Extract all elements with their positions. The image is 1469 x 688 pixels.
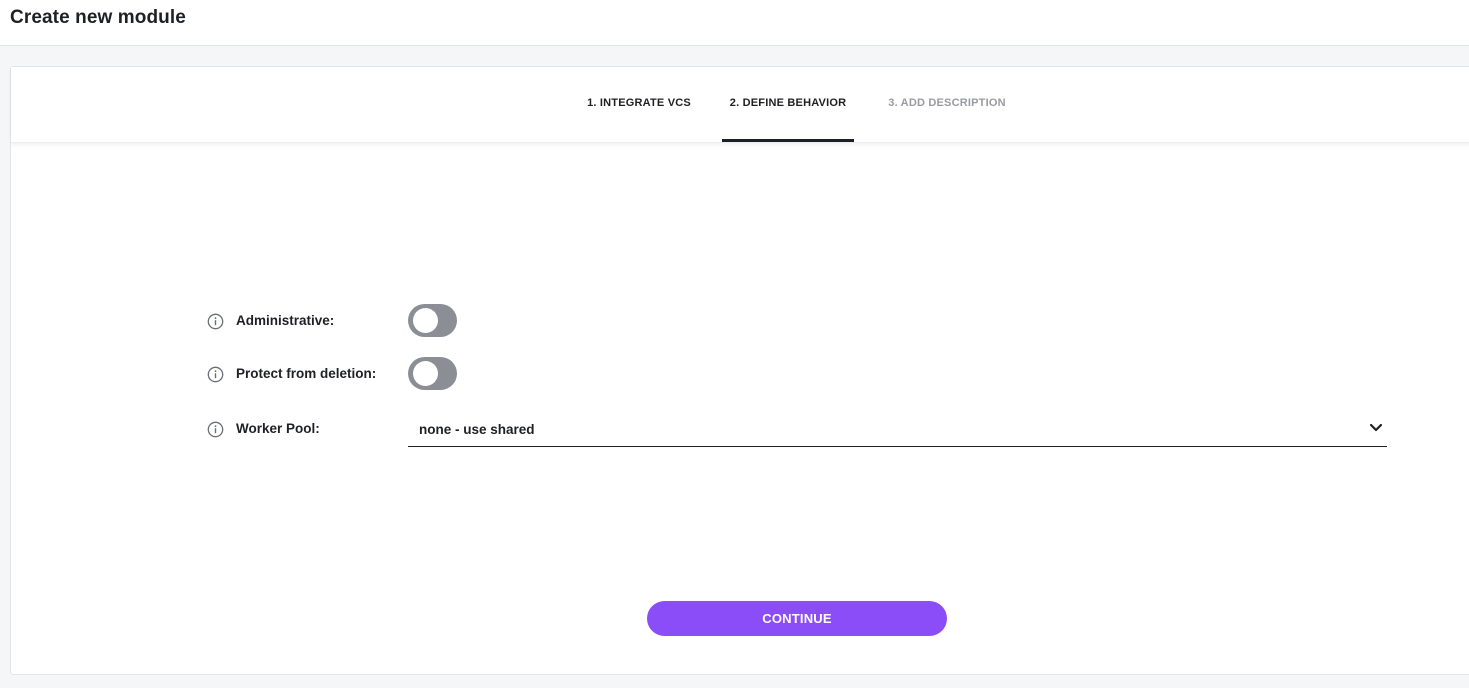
create-module-card: 1. INTEGRATE VCS 2. DEFINE BEHAVIOR 3. A… xyxy=(10,66,1469,675)
info-icon[interactable] xyxy=(207,421,224,438)
worker-pool-label: Worker Pool: xyxy=(236,421,320,436)
chevron-down-icon[interactable] xyxy=(1369,423,1383,433)
page-title: Create new module xyxy=(10,7,186,28)
info-icon[interactable] xyxy=(207,313,224,330)
administrative-toggle[interactable] xyxy=(408,304,457,337)
protect-toggle[interactable] xyxy=(408,357,457,390)
toggle-knob xyxy=(413,308,438,333)
protect-label: Protect from deletion: xyxy=(236,366,377,381)
page-header: Create new module xyxy=(0,0,1469,46)
worker-pool-select[interactable]: none - use shared xyxy=(408,412,1387,447)
info-icon[interactable] xyxy=(207,366,224,383)
step-add-description: 3. ADD DESCRIPTION xyxy=(888,97,1006,109)
worker-pool-value: none - use shared xyxy=(419,422,535,437)
administrative-row: Administrative: xyxy=(207,304,1387,338)
continue-button[interactable]: CONTINUE xyxy=(647,601,947,636)
step-integrate-vcs[interactable]: 1. INTEGRATE VCS xyxy=(571,67,707,142)
stepper: 1. INTEGRATE VCS 2. DEFINE BEHAVIOR 3. A… xyxy=(11,67,1469,143)
administrative-label: Administrative: xyxy=(236,313,335,328)
worker-pool-row: Worker Pool: none - use shared xyxy=(207,412,1387,447)
step-define-behavior[interactable]: 2. DEFINE BEHAVIOR xyxy=(722,67,854,142)
toggle-knob xyxy=(413,361,438,386)
protect-row: Protect from deletion: xyxy=(207,357,1387,391)
